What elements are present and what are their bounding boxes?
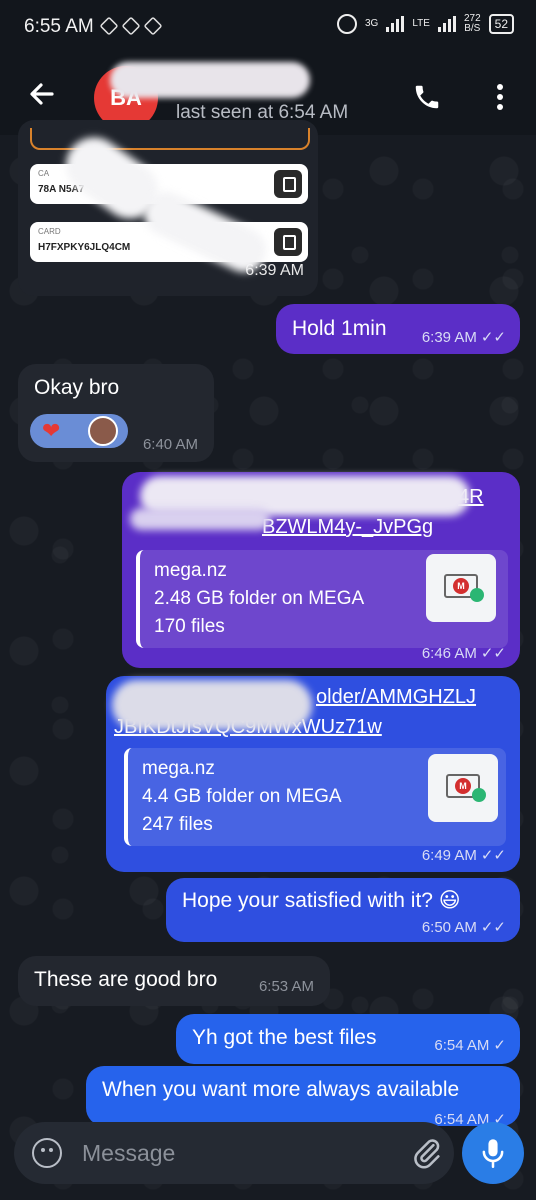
message-bubble-in[interactable]: Okay bro ❤ 6:40 AM <box>18 364 214 462</box>
network-lte-label: LTE <box>412 18 430 29</box>
single-check-icon: ✓ <box>493 1037 506 1054</box>
message-time: 6:39 AM ✓✓ <box>421 329 506 346</box>
sync-icon <box>472 788 486 802</box>
double-check-icon: ✓✓ <box>480 847 506 864</box>
copy-icon[interactable] <box>274 170 302 198</box>
battery-indicator: 52 <box>488 14 514 34</box>
message-input[interactable] <box>82 1136 382 1170</box>
double-check-icon: ✓✓ <box>480 329 506 346</box>
signal-icon <box>437 16 456 32</box>
message-time: 6:53 AM <box>258 978 314 995</box>
message-time: 6:46 AM ✓✓ <box>421 645 506 662</box>
avatar <box>88 416 118 446</box>
link-preview[interactable]: mega.nz 2.48 GB folder on MEGA 170 files… <box>136 550 508 648</box>
message-text: These are good bro <box>34 968 218 991</box>
phone-icon[interactable] <box>412 82 442 112</box>
double-check-icon: ✓✓ <box>480 645 506 662</box>
link-text[interactable]: BZWLM4y-_JvPGg <box>262 516 433 539</box>
message-text: Okay bro <box>34 376 120 399</box>
copy-icon[interactable] <box>274 228 302 256</box>
mega-thumbnail: M <box>426 554 496 622</box>
redaction-scribble <box>112 680 312 730</box>
message-bubble-in[interactable]: These are good bro 6:53 AM <box>18 956 330 1006</box>
preview-site: mega.nz <box>142 758 215 779</box>
status-right: 3G LTE 272 B/S 52 <box>337 14 514 34</box>
message-bubble-out[interactable]: Hope your satisfied with it? 😃 6:50 AM ✓✓ <box>166 878 520 942</box>
mega-thumbnail: M <box>428 754 498 822</box>
notification-icons <box>99 16 163 36</box>
heart-icon: ❤ <box>42 418 61 443</box>
status-bar: 6:55 AM 3G LTE 272 B/S 52 <box>0 0 536 56</box>
message-text: When you want more always available <box>102 1078 460 1101</box>
back-arrow-icon[interactable] <box>26 78 58 110</box>
message-composer <box>14 1122 454 1184</box>
contact-name-redacted[interactable] <box>110 62 310 98</box>
preview-files: 170 files <box>154 616 225 637</box>
message-time: 6:40 AM <box>142 436 198 453</box>
message-bubble-out[interactable]: Hold 1min 6:39 AM ✓✓ <box>276 304 520 354</box>
status-time: 6:55 AM <box>24 16 94 37</box>
link-preview[interactable]: mega.nz 4.4 GB folder on MEGA 247 files … <box>124 748 506 846</box>
redaction-scribble <box>130 508 270 530</box>
mic-icon <box>482 1139 504 1168</box>
mega-logo-icon: M <box>455 778 471 794</box>
app-notification-icon <box>121 16 141 36</box>
reaction-chip[interactable]: ❤ <box>30 414 128 448</box>
double-check-icon: ✓✓ <box>480 919 506 936</box>
message-time: 6:54 AM ✓ <box>434 1037 506 1054</box>
alarm-icon <box>337 14 357 34</box>
mega-logo-icon: M <box>453 578 469 594</box>
network-3g-label: 3G <box>365 18 379 29</box>
message-time: 6:50 AM ✓✓ <box>421 919 506 936</box>
more-vert-icon[interactable] <box>490 80 510 114</box>
message-time: 6:49 AM ✓✓ <box>421 847 506 864</box>
message-text: Hope your satisfied with it? 😃 <box>182 889 461 912</box>
message-text: Yh got the best files <box>192 1026 377 1049</box>
message-text: Hold 1min <box>292 317 387 340</box>
preview-files: 247 files <box>142 814 213 835</box>
signal-icon <box>386 16 405 32</box>
app-notification-icon <box>99 16 119 36</box>
sync-icon <box>470 588 484 602</box>
attach-icon[interactable] <box>410 1136 444 1170</box>
app-notification-icon <box>143 16 163 36</box>
message-bubble-out[interactable]: Yh got the best files 6:54 AM ✓ <box>176 1014 520 1064</box>
link-text[interactable]: older/AMMGHZLJ <box>316 686 476 709</box>
preview-site: mega.nz <box>154 560 227 581</box>
preview-title: 4.4 GB folder on MEGA <box>142 786 342 807</box>
emoji-icon[interactable] <box>32 1138 62 1168</box>
mic-button[interactable] <box>462 1122 524 1184</box>
preview-title: 2.48 GB folder on MEGA <box>154 588 365 609</box>
message-bubble-out[interactable]: When you want more always available 6:54… <box>86 1066 520 1126</box>
network-speed: 272 B/S <box>463 13 481 34</box>
